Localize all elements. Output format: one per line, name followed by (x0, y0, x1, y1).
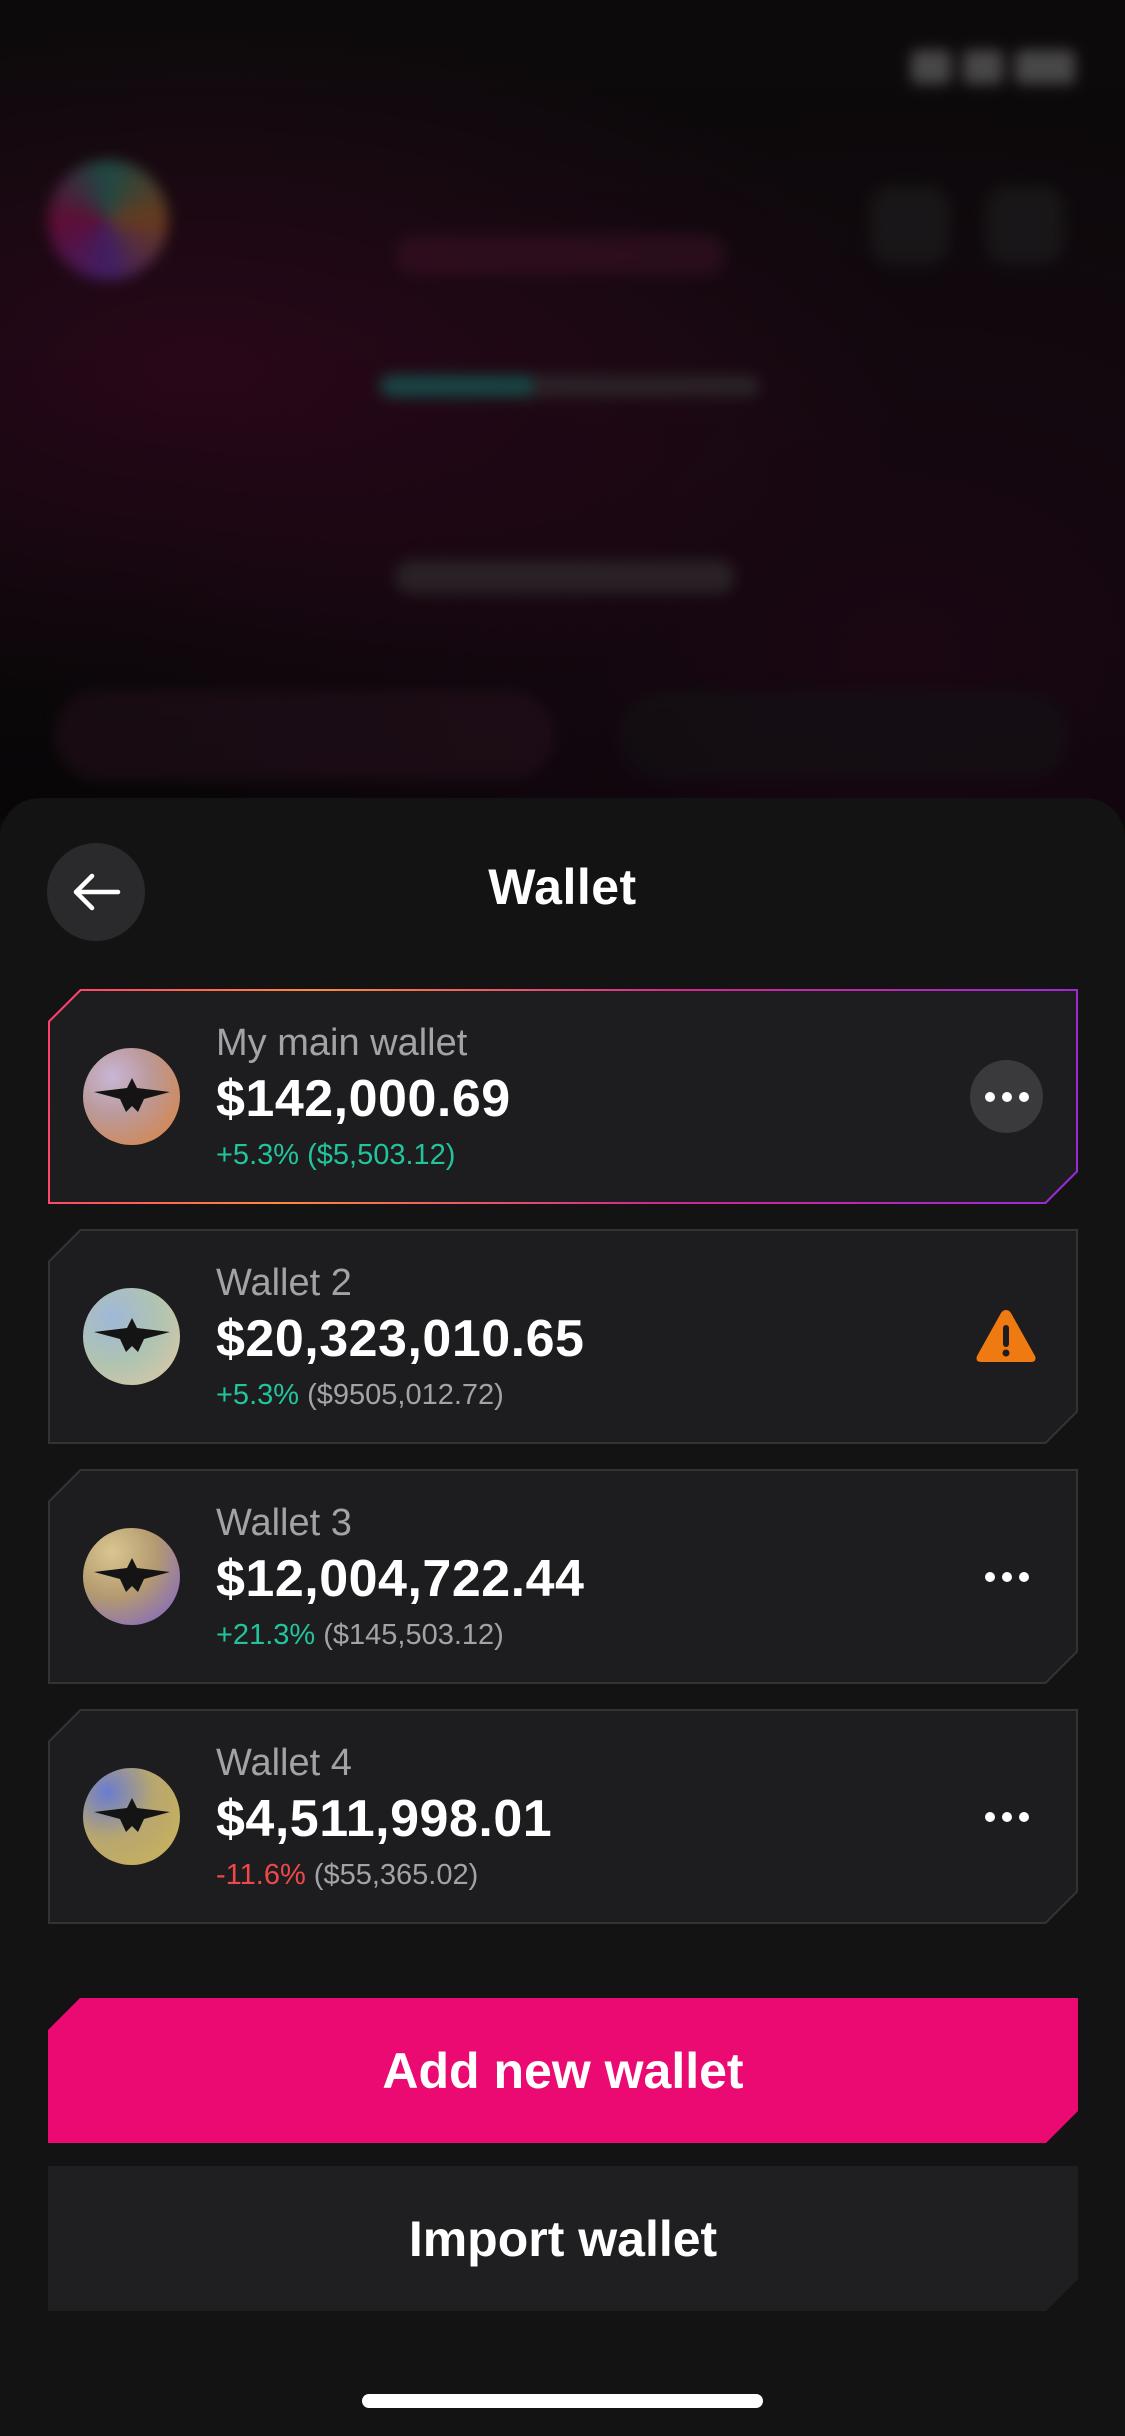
wallet-change: +5.3% ($9505,012.72) (216, 1379, 504, 1412)
wallet-avatar (83, 1288, 180, 1385)
change-amount: ($55,365.02) (313, 1859, 479, 1891)
add-new-wallet-button[interactable]: Add new wallet (48, 1998, 1078, 2143)
wallet-balance: $4,511,998.01 (216, 1790, 553, 1848)
background-dim-overlay (0, 0, 1125, 820)
wallet-balance: $12,004,722.44 (216, 1550, 585, 1608)
wallet-more-button[interactable] (970, 1780, 1043, 1853)
change-amount: ($9505,012.72) (307, 1379, 504, 1411)
more-icon (985, 1572, 1029, 1582)
change-amount: ($145,503.12) (323, 1619, 504, 1651)
change-percent: +5.3% (216, 1379, 300, 1411)
wallet-balance: $142,000.69 (216, 1070, 511, 1128)
wallet-avatar (83, 1048, 180, 1145)
background-app-screen (0, 0, 1125, 820)
wallet-card-4[interactable]: Wallet 4 $4,511,998.01 -11.6% ($55,365.0… (48, 1709, 1078, 1924)
wallet-change: +21.3% ($145,503.12) (216, 1619, 504, 1652)
change-percent: -11.6% (216, 1859, 306, 1891)
sheet-title: Wallet (488, 859, 637, 915)
home-indicator (362, 2394, 763, 2408)
wallet-card-2[interactable]: Wallet 2 $20,323,010.65 +5.3% ($9505,012… (48, 1229, 1078, 1444)
more-icon (985, 1092, 1029, 1102)
more-icon (985, 1812, 1029, 1822)
wallet-card-3[interactable]: Wallet 3 $12,004,722.44 +21.3% ($145,503… (48, 1469, 1078, 1684)
eagle-icon (92, 1312, 172, 1362)
wallet-more-button[interactable] (970, 1060, 1043, 1133)
wallet-name: Wallet 2 (216, 1262, 352, 1304)
eagle-icon (92, 1792, 172, 1842)
change-percent: +21.3% (216, 1619, 316, 1651)
wallet-change: +5.3% ($5,503.12) (216, 1139, 455, 1172)
wallet-name: Wallet 3 (216, 1502, 352, 1544)
wallet-name: Wallet 4 (216, 1742, 352, 1784)
wallet-card-main[interactable]: My main wallet $142,000.69 +5.3% ($5,503… (48, 989, 1078, 1204)
change-percent: +5.3% (216, 1139, 300, 1171)
eagle-icon (92, 1552, 172, 1602)
wallet-name: My main wallet (216, 1022, 468, 1064)
wallet-balance: $20,323,010.65 (216, 1310, 585, 1368)
wallet-sheet: Wallet My main wallet $142,000.69 +5.3% … (0, 798, 1125, 2436)
change-amount: ($5,503.12) (307, 1139, 456, 1171)
wallet-avatar (83, 1768, 180, 1865)
eagle-icon (92, 1072, 172, 1122)
import-wallet-button[interactable]: Import wallet (48, 2166, 1078, 2311)
wallet-change: -11.6% ($55,365.02) (216, 1859, 478, 1892)
warning-icon[interactable] (974, 1307, 1038, 1365)
wallet-more-button[interactable] (970, 1540, 1043, 1613)
wallet-avatar (83, 1528, 180, 1625)
